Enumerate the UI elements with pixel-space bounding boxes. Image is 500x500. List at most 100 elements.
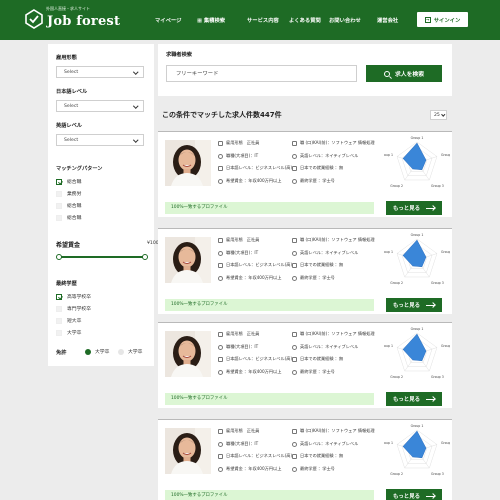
radar-axis-label: Group 3 [431, 281, 444, 285]
attribute-key: 日本語レベル：ビジネスレベル(高) [226, 165, 293, 170]
arrow-right-icon [425, 495, 435, 497]
education-option[interactable]: 短大卒 [56, 317, 81, 324]
employment-type-select[interactable]: Select [56, 66, 144, 78]
radio-selected[interactable] [85, 348, 91, 355]
attribute-key: 雇用形態 [226, 428, 243, 433]
checkbox[interactable] [56, 317, 62, 324]
graduation-icon [292, 369, 297, 375]
salary-slider-min-handle[interactable] [56, 254, 62, 260]
signin-button[interactable]: → サインイン [417, 12, 468, 27]
radio[interactable] [118, 348, 124, 355]
attribute-key: 雇用形態 [226, 237, 243, 242]
radar-axis-label: Group 2 [390, 375, 403, 379]
attribute-value: 正社員 [246, 331, 260, 336]
chevron-down-icon [132, 137, 138, 143]
japanese-level-value: Select [64, 104, 79, 109]
matching-option[interactable]: 総合職 [56, 202, 81, 209]
attribute-key: 英語レベル：ネイティブレベル [300, 153, 359, 158]
attribute-key: 職種(大項目)：IT [226, 441, 259, 446]
globe-icon [292, 344, 297, 350]
attribute-key: 職 (口)KAI(前)：ソフトウェア 情報処理 [300, 237, 375, 242]
candidate-attribute: 日本での就業経験 ：無 [292, 165, 343, 171]
education-option[interactable]: 専門学校卒 [56, 305, 91, 312]
radar-axis-label: Group 2 [390, 472, 403, 476]
checkbox-checked[interactable] [56, 293, 62, 300]
language-icon [218, 165, 223, 171]
view-more-button[interactable]: もっと見る [386, 489, 442, 500]
license-option[interactable]: 大学卒 [118, 348, 142, 355]
attribute-key: 雇用形態 [226, 140, 243, 145]
checkbox[interactable] [56, 305, 62, 312]
attribute-value: 正社員 [246, 428, 260, 433]
education-option-label: 高等学校卒 [67, 295, 91, 300]
radar-axis-label: Group 4 [441, 441, 450, 445]
salary-slider[interactable] [56, 254, 148, 260]
checkbox-checked[interactable] [56, 178, 62, 185]
attribute-key: 雇用形態 [226, 331, 243, 336]
nav-company[interactable]: 運営会社 [377, 16, 398, 24]
candidate-attribute: 希望賃金 ：年収400万円以上 [218, 275, 281, 281]
search-button[interactable]: 求人を検索 [366, 65, 442, 82]
radar-series-area [402, 239, 427, 268]
salary-slider-max-handle[interactable] [142, 254, 148, 260]
globe-icon [292, 441, 297, 447]
view-more-button[interactable]: もっと見る [386, 298, 442, 312]
license-option[interactable]: 大学卒 [85, 348, 109, 355]
per-page-select[interactable]: 25 [430, 110, 447, 120]
candidate-card: 雇用形態 正社員 職種(大項目)：IT 日本語レベル：ビジネスレベル(高) 希望賃金 ：… [158, 322, 452, 408]
matching-option[interactable]: 総合職 [56, 214, 81, 221]
candidate-attribute: 職種(大項目)：IT [218, 153, 258, 159]
candidate-attribute: 日本語レベル：ビジネスレベル(高) [218, 262, 292, 268]
japanese-level-select[interactable]: Select [56, 100, 144, 112]
search-input[interactable]: フリーキーワード [166, 65, 357, 82]
graduation-icon [292, 275, 297, 281]
nav-services[interactable]: サービス内容 [247, 16, 279, 24]
attribute-key: 希望賃金 ：年収400万円以上 [226, 275, 282, 280]
candidate-attribute: 雇用形態 正社員 [218, 331, 259, 337]
nav-search[interactable]: ▦ 集積検索 [197, 16, 225, 24]
checkbox[interactable] [56, 202, 62, 209]
radar-series-area [402, 430, 427, 459]
search-placeholder: フリーキーワード [176, 71, 219, 77]
radar-axis-label: Group 1 [411, 327, 424, 331]
match-badge: 100%一致するプロファイル [165, 490, 374, 500]
briefcase-icon [218, 331, 223, 337]
candidate-attribute: 日本語レベル：ビジネスレベル(高) [218, 356, 292, 362]
attribute-key: 職 (口)KAI(前)：ソフトウェア 情報処理 [300, 428, 375, 433]
globe-icon [292, 153, 297, 159]
education-option[interactable]: 高等学校卒 [56, 293, 91, 300]
checkbox[interactable] [56, 190, 62, 197]
radar-axis-label: Group 3 [431, 184, 444, 188]
money-icon [218, 178, 223, 184]
nav-faq[interactable]: よくある質問 [289, 16, 321, 24]
nav-contact[interactable]: お問い合わせ [329, 16, 361, 24]
result-summary: この条件でマッチした求人件数447件 [162, 111, 282, 119]
attribute-key: 最終学歴 ：学士号 [300, 466, 335, 471]
nav-search-label: 集積検索 [203, 18, 226, 24]
view-more-button[interactable]: もっと見る [386, 201, 442, 215]
checkbox[interactable] [56, 329, 62, 336]
radar-series-area [402, 142, 427, 171]
english-level-select[interactable]: Select [56, 134, 144, 146]
candidate-card: 雇用形態 正社員 職種(大項目)：IT 日本語レベル：ビジネスレベル(高) 希望賃金 ：… [158, 228, 452, 314]
matching-option[interactable]: 業務労 [56, 190, 81, 197]
attribute-key: 最終学歴 ：学士号 [300, 275, 335, 280]
candidate-card: 雇用形態 正社員 職種(大項目)：IT 日本語レベル：ビジネスレベル(高) 希望賃金 ：… [158, 419, 452, 500]
checkbox[interactable] [56, 214, 62, 221]
attribute-key: 日本での就業経験 ：無 [300, 453, 344, 458]
matching-option[interactable]: 総合職 [56, 178, 81, 185]
radar-axis-label: Group 1 [384, 441, 393, 445]
candidate-card: 雇用形態 正社員 職種(大項目)：IT 日本語レベル：ビジネスレベル(高) 希望賃金 ：… [158, 131, 452, 217]
matching-option-label: 総合職 [67, 204, 82, 209]
matching-pattern-label: マッチングパターン [56, 166, 103, 172]
nav-mypage[interactable]: マイページ [155, 16, 181, 24]
candidate-attribute: 日本での就業経験 ：無 [292, 262, 343, 268]
language-icon [218, 262, 223, 268]
match-badge: 100%一致するプロファイル [165, 393, 374, 405]
candidate-attribute: 日本語レベル：ビジネスレベル(高) [218, 165, 292, 171]
arrow-right-icon [425, 304, 435, 306]
view-more-button[interactable]: もっと見る [386, 392, 442, 406]
attribute-key: 日本での就業経験 ：無 [300, 262, 344, 267]
radar-axis-label: Group 4 [441, 344, 450, 348]
education-option[interactable]: 大学卒 [56, 329, 81, 336]
